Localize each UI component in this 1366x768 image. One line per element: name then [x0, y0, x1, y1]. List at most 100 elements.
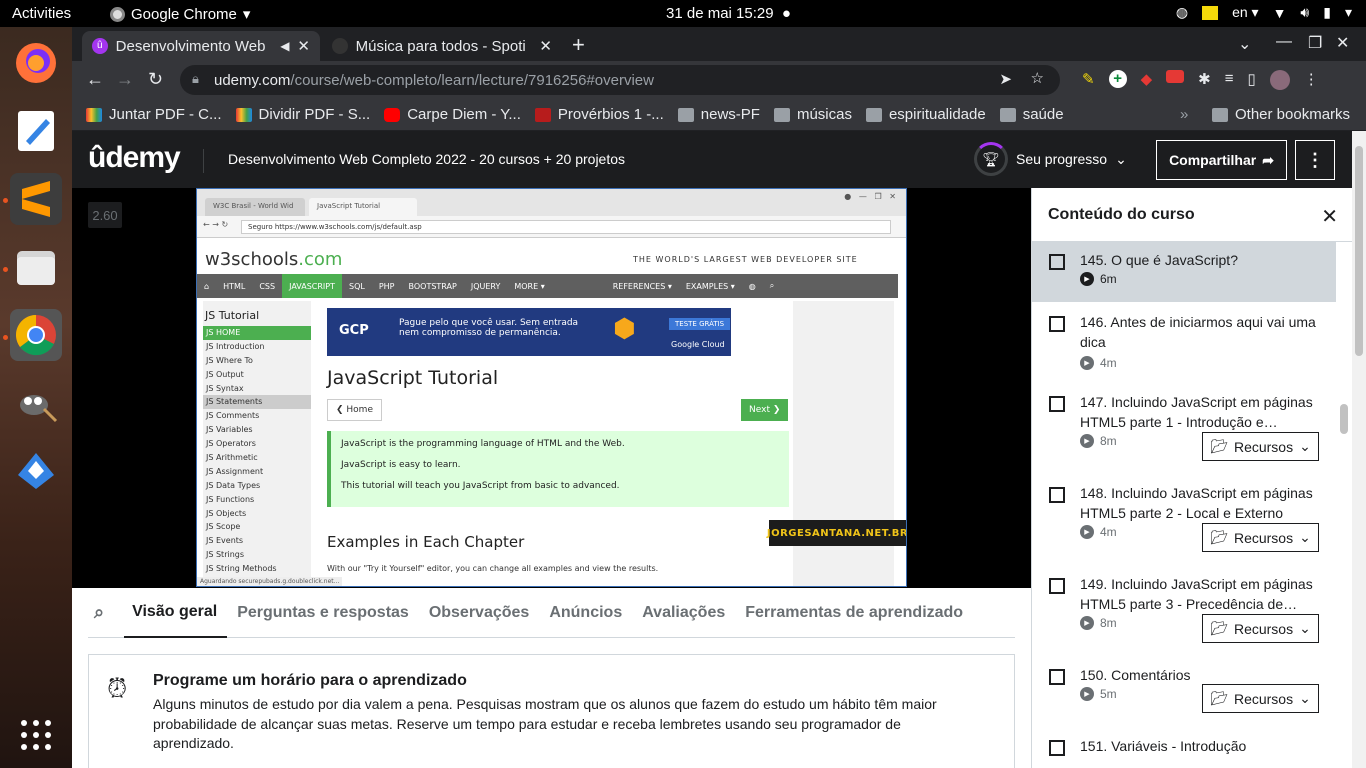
tab-udemy[interactable]: û Desenvolvimento Web ◀︎ ✕ — [82, 31, 320, 61]
youtube-extension-icon[interactable] — [1166, 70, 1185, 83]
bookmark-folder-espiritualidade[interactable]: espiritualidade — [865, 106, 986, 123]
playback-speed-badge[interactable]: 2.60 — [88, 202, 122, 228]
lecture-item[interactable]: 150. Comentários ▶ 5m 📂︎ Recursos ⌄ — [1032, 657, 1336, 728]
lecture-item[interactable]: 146. Antes de iniciarmos aqui vai uma di… — [1032, 304, 1336, 384]
files-icon[interactable] — [10, 241, 62, 293]
tab-perguntas[interactable]: Perguntas e respostas — [227, 588, 419, 638]
clock[interactable]: 31 de mai 15:29 ● — [666, 5, 791, 22]
media-control-icon[interactable]: ≡ — [1225, 70, 1234, 90]
lecture-checkbox[interactable] — [1049, 254, 1065, 270]
forward-button[interactable]: → — [116, 69, 134, 90]
progress-dropdown[interactable]: 🏆︎ Seu progresso ⌄ — [974, 142, 1127, 176]
app-menu[interactable]: Google Chrome ▾ — [110, 5, 250, 23]
close-tab-icon[interactable]: ✕ — [297, 37, 310, 55]
add-extension-icon[interactable]: + — [1108, 70, 1127, 88]
bookmark-folder-news-pf[interactable]: news-PF — [677, 106, 760, 123]
activities-button[interactable]: Activities — [12, 5, 71, 22]
sidebar-scroll-thumb[interactable] — [1340, 404, 1348, 434]
page-scroll-thumb[interactable] — [1355, 146, 1363, 356]
bookmark-star-icon[interactable]: ☆ — [1031, 69, 1044, 87]
battery-icon: ▮ — [1323, 4, 1331, 20]
language-indicator[interactable]: en ▾ — [1232, 4, 1259, 21]
tab-visao-geral[interactable]: Visão geral — [124, 588, 228, 638]
text-editor-icon[interactable] — [10, 105, 62, 157]
system-tray[interactable]: ◍ en ▾ ▼ 🔊︎ ▮ ▾ — [1176, 4, 1352, 21]
lecture-checkbox[interactable] — [1049, 396, 1065, 412]
firefox-icon[interactable] — [10, 37, 62, 89]
w3-page-heading: JavaScript Tutorial — [327, 367, 499, 389]
chevron-down-icon: ⌄ — [1299, 690, 1311, 706]
maximize-button[interactable]: ❐ — [1308, 33, 1322, 53]
spotify-favicon-icon — [332, 38, 348, 54]
duration-text: 4m — [1100, 525, 1117, 539]
speaker-icon[interactable]: ◀︎ — [280, 39, 289, 53]
profile-avatar[interactable] — [1269, 70, 1290, 90]
bookmark-folder-musicas[interactable]: músicas — [773, 106, 852, 123]
play-icon: ▶ — [1080, 434, 1094, 448]
badge-extension-icon[interactable]: ◆ — [1141, 70, 1153, 90]
new-tab-button[interactable]: + — [572, 32, 585, 58]
show-apps-grid-icon[interactable] — [10, 709, 62, 761]
page-scrollbar[interactable] — [1352, 131, 1366, 768]
resources-dropdown[interactable]: 📂︎ Recursos ⌄ — [1202, 614, 1319, 643]
bookmark-dividir-pdf[interactable]: Dividir PDF - S... — [235, 106, 370, 123]
close-sidebar-icon[interactable]: ✕ — [1321, 204, 1338, 229]
tab-search-icon[interactable]: ⌄ — [1238, 34, 1251, 54]
reload-button[interactable]: ↻ — [148, 69, 163, 90]
more-options-button[interactable]: ⋮ — [1295, 140, 1335, 180]
other-bookmarks[interactable]: Other bookmarks — [1212, 106, 1350, 123]
resources-label: Recursos — [1233, 529, 1294, 546]
puzzle-extensions-icon[interactable]: ✱ — [1198, 70, 1211, 90]
play-icon: ▶ — [1080, 687, 1094, 701]
lecture-checkbox[interactable] — [1049, 669, 1065, 685]
highlighter-extension-icon[interactable]: ✎ — [1082, 70, 1095, 90]
resources-dropdown[interactable]: 📂︎ Recursos ⌄ — [1202, 684, 1319, 713]
close-tab-icon[interactable]: ✕ — [539, 37, 552, 55]
share-button[interactable]: Compartilhar ➦ — [1156, 140, 1287, 180]
lecture-checkbox[interactable] — [1049, 316, 1065, 332]
folder-open-icon: 📂︎ — [1210, 690, 1228, 706]
send-icon[interactable]: ➤ — [999, 70, 1012, 88]
resources-dropdown[interactable]: 📂︎ Recursos ⌄ — [1202, 523, 1319, 552]
udemy-logo[interactable]: ûdemy — [88, 141, 181, 175]
video-player[interactable]: 2.60 W3C Brasil - World Wid JavaScript T… — [72, 188, 1031, 588]
lecture-checkbox[interactable] — [1049, 487, 1065, 503]
sidebar-scrollbar[interactable] — [1336, 242, 1352, 768]
gimp-icon[interactable] — [10, 377, 62, 429]
lecture-item[interactable]: 145. O que é JavaScript? ▶ 6m — [1032, 242, 1336, 302]
bookmark-carpe-diem[interactable]: Carpe Diem - Y... — [384, 106, 521, 123]
lecture-checkbox[interactable] — [1049, 578, 1065, 594]
side-panel-icon[interactable]: ▯ — [1247, 70, 1255, 90]
course-title[interactable]: Desenvolvimento Web Completo 2022 - 20 c… — [228, 151, 625, 167]
minimize-button[interactable]: — — [1276, 33, 1292, 51]
tab-anuncios[interactable]: Anúncios — [539, 588, 632, 638]
w3-nav-item: SQL — [349, 281, 365, 291]
tab-observacoes[interactable]: Observações — [419, 588, 540, 638]
lecture-item[interactable]: 147. Incluindo JavaScript em páginas HTM… — [1032, 384, 1336, 475]
chevron-right-icon[interactable]: » — [1180, 106, 1188, 123]
tab-spotify[interactable]: Música para todos - Spoti ✕ — [322, 31, 562, 61]
lecture-item[interactable]: 149. Incluindo JavaScript em páginas HTM… — [1032, 566, 1336, 657]
address-bar[interactable]: 🔒︎ udemy.com/course/web-completo/learn/l… — [180, 65, 1060, 95]
lecture-item[interactable]: 151. Variáveis - Introdução — [1032, 728, 1336, 768]
bookmark-folder-saude[interactable]: saúde — [999, 106, 1064, 123]
chrome-menu-icon[interactable]: ⋮ — [1304, 70, 1319, 90]
sublime-text-icon[interactable] — [10, 173, 62, 225]
content-tabs: ⌕ Visão geral Perguntas e respostas Obse… — [88, 588, 1015, 638]
search-icon[interactable]: ⌕ — [88, 602, 124, 623]
lecture-checkbox[interactable] — [1049, 740, 1065, 756]
ad-text: Pague pelo que você usar. Sem entrada ne… — [399, 318, 579, 338]
app-store-icon[interactable] — [10, 445, 62, 497]
bookmark-juntar-pdf[interactable]: Juntar PDF - C... — [86, 106, 222, 123]
back-button[interactable]: ← — [86, 69, 104, 90]
tab-avaliacoes[interactable]: Avaliações — [632, 588, 735, 638]
resources-dropdown[interactable]: 📂︎ Recursos ⌄ — [1202, 432, 1319, 461]
wifi-icon: ▼ — [1272, 4, 1287, 21]
close-window-button[interactable]: ✕ — [1336, 33, 1349, 53]
w3-sidebar-item: JS Statements — [203, 395, 311, 410]
chrome-icon[interactable] — [10, 309, 62, 361]
tab-ferramentas[interactable]: Ferramentas de aprendizado — [735, 588, 973, 638]
lecture-item[interactable]: 148. Incluindo JavaScript em páginas HTM… — [1032, 475, 1336, 566]
bookmark-proverbios[interactable]: Provérbios 1 -... — [534, 106, 664, 123]
w3-note: JavaScript is the programming language o… — [327, 431, 789, 507]
